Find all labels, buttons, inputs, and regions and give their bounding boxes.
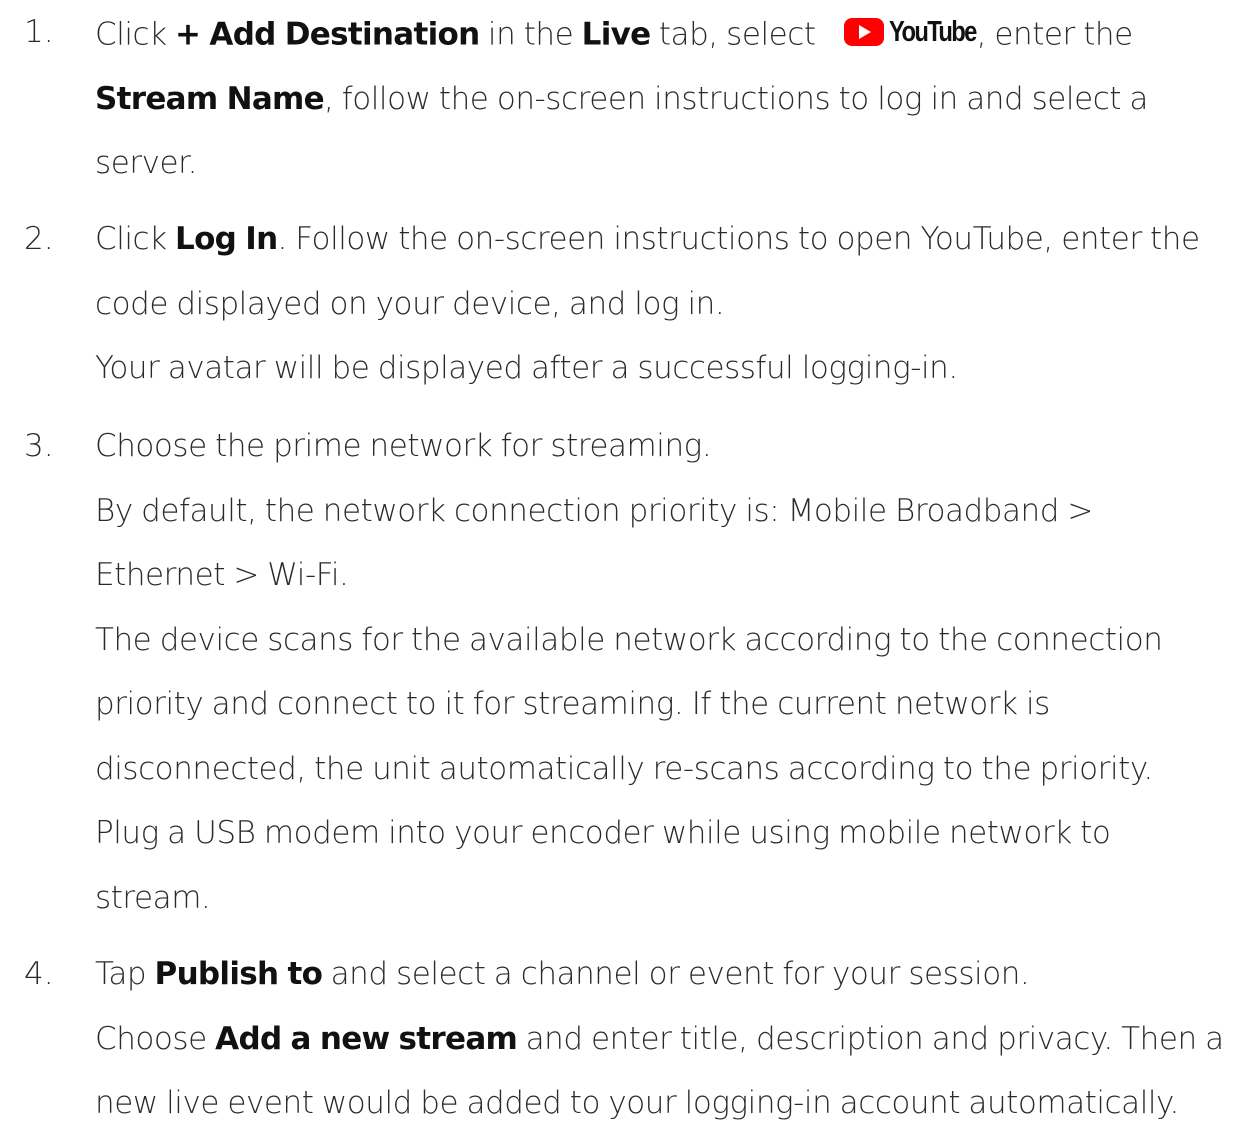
live-tab-label: Live — [581, 16, 652, 53]
step-line: priority and connect to it for streaming… — [95, 686, 1050, 722]
step-number: 1. — [24, 14, 54, 50]
step-line: Choose Add a new stream and enter title,… — [95, 1007, 1225, 1072]
step-line: server. — [95, 145, 197, 182]
step-line: disconnected, the unit automatically re-… — [95, 750, 1153, 787]
step-number: 3. — [24, 428, 54, 464]
step-line: new live event would be added to your lo… — [95, 1085, 1179, 1121]
stream-name-label: Stream Name — [95, 80, 325, 117]
step-line: Click + Add Destination in the Live tab,… — [95, 0, 1225, 67]
step-body: Click + Add Destination in the Live tab,… — [95, 0, 1225, 196]
step-body: Choose the prime network for streaming. … — [95, 414, 1225, 930]
add-new-stream-label: Add a new stream — [215, 1020, 518, 1057]
play-icon — [843, 18, 884, 47]
instruction-document: 1. Click + Add Destination in the Live t… — [0, 0, 1246, 1122]
step-line: Plug a USB modem into your encoder while… — [95, 815, 1111, 851]
step-line: Choose the prime network for streaming. — [95, 428, 712, 464]
text: , enter the — [976, 16, 1134, 53]
step-line: code displayed on your device, and log i… — [95, 285, 725, 322]
publish-to-label: Publish to — [154, 956, 323, 992]
step-body: Click Log In. Follow the on-screen instr… — [95, 207, 1225, 401]
text: and select a channel or event for your s… — [322, 956, 1030, 992]
step-line: Tap Publish to and select a channel or e… — [95, 942, 1225, 1007]
step-line: Stream Name, follow the on-screen instru… — [95, 67, 1225, 132]
text: . Follow the on-screen instructions to o… — [277, 221, 1200, 257]
log-in-label: Log In — [175, 221, 278, 257]
text: Click — [95, 16, 176, 53]
text: and enter title, description and privacy… — [517, 1020, 1225, 1057]
text: Click — [95, 221, 176, 257]
youtube-logo-icon: YouTube — [843, 0, 977, 65]
youtube-logo-text: YouTube — [888, 16, 977, 48]
text: Tap — [95, 956, 155, 992]
step-line: By default, the network connection prior… — [95, 492, 1093, 529]
text: in the — [479, 16, 582, 53]
text: tab, select — [650, 16, 816, 53]
text: Choose — [95, 1020, 216, 1057]
step-line: Ethernet > Wi-Fi. — [95, 557, 349, 593]
step-line: The device scans for the available netwo… — [95, 621, 1163, 658]
step-body: Tap Publish to and select a channel or e… — [95, 942, 1225, 1136]
step-number: 4. — [24, 956, 54, 992]
step-line: Click Log In. Follow the on-screen instr… — [95, 207, 1225, 272]
add-destination-label: + Add Destination — [175, 16, 480, 53]
step-line: Your avatar will be displayed after a su… — [95, 350, 958, 386]
text: , follow the on-screen instructions to l… — [323, 80, 1148, 117]
step-line: stream. — [95, 879, 211, 916]
step-number: 2. — [24, 221, 54, 257]
